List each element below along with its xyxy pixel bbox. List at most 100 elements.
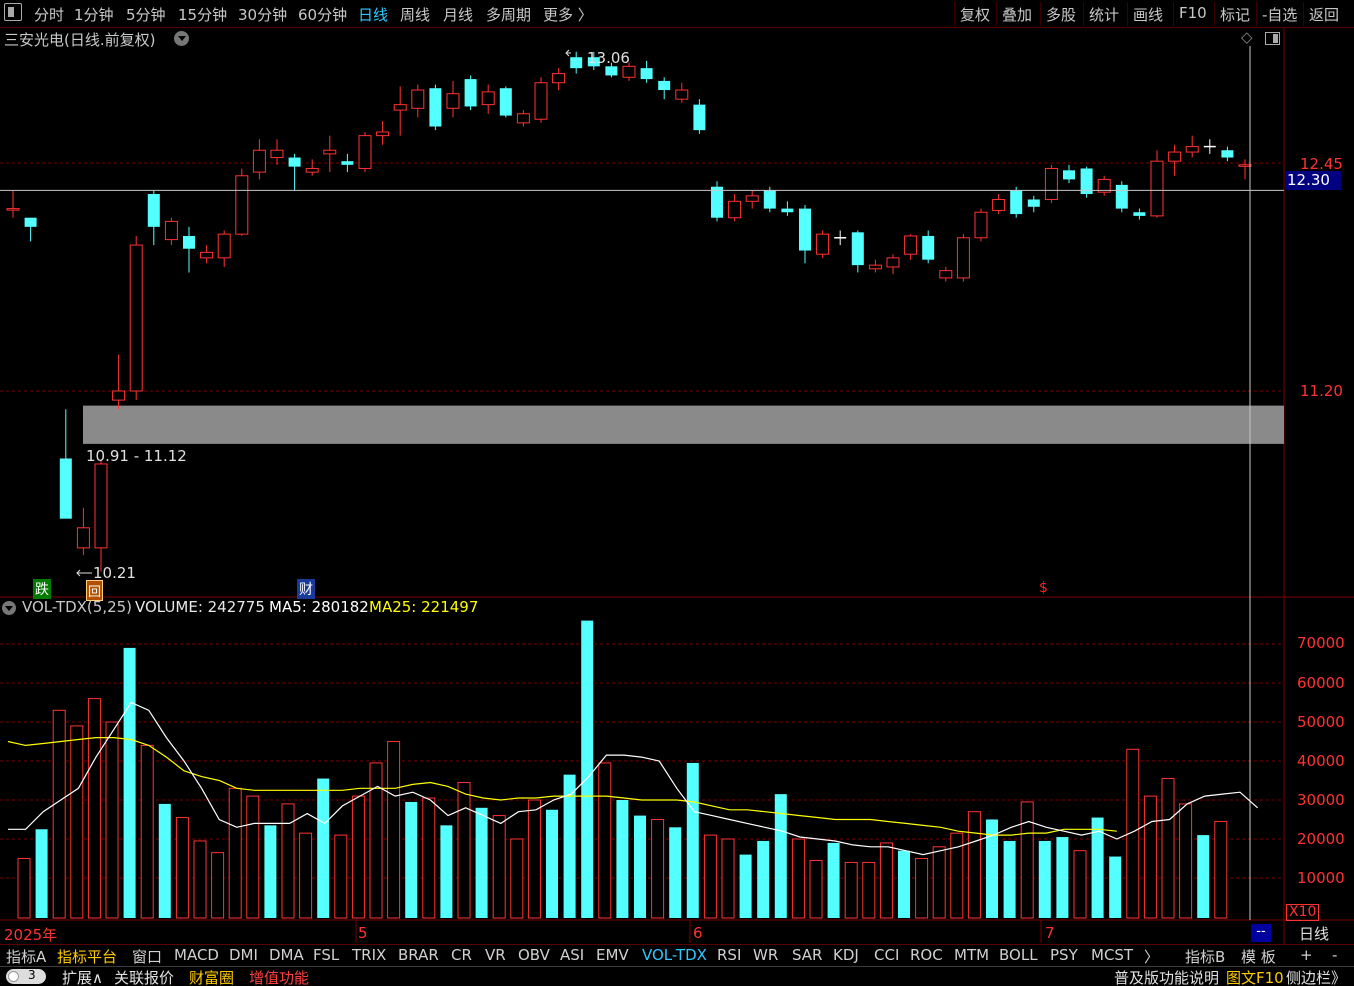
volume-axis-label: 50000	[1297, 713, 1345, 731]
status-item[interactable]: 扩展∧	[62, 967, 103, 986]
period-tab[interactable]: 多周期	[486, 4, 531, 25]
indicator-tab[interactable]: 模 板	[1241, 946, 1276, 967]
candle-body	[252, 149, 266, 173]
volume-multiplier[interactable]: X10	[1286, 904, 1320, 921]
status-item[interactable]: 增值功能	[249, 967, 309, 986]
indicator-tab[interactable]: 指标B	[1185, 946, 1225, 967]
period-tab[interactable]: 60分钟	[298, 4, 347, 25]
toolbar-action-button[interactable]: 叠加	[1002, 4, 1032, 25]
indicator-tab[interactable]: DMI	[229, 946, 258, 964]
layout-toggle-icon[interactable]	[1265, 32, 1280, 45]
indicator-tab[interactable]: MCST	[1091, 946, 1133, 964]
indicator-tab[interactable]: BOLL	[999, 946, 1038, 964]
toolbar-separator	[1214, 2, 1215, 26]
candle-body	[411, 89, 425, 109]
chevron-down-icon[interactable]	[2, 601, 16, 615]
candle-body	[6, 208, 20, 211]
indicator-tab[interactable]: -	[1332, 946, 1337, 964]
indicator-tab[interactable]: WR	[753, 946, 778, 964]
high-arrow-pointer	[565, 49, 571, 57]
volume-bar	[703, 834, 717, 919]
indicator-tab[interactable]: 窗口	[132, 946, 162, 967]
indicator-tab[interactable]: MACD	[174, 946, 219, 964]
indicator-tab[interactable]: KDJ	[833, 946, 859, 964]
indicator-tab[interactable]: FSL	[313, 946, 339, 964]
feature-description-link[interactable]: 普及版功能说明	[1114, 967, 1219, 986]
indicator-tab[interactable]: PSY	[1050, 946, 1078, 964]
volume-axis-label: 10000	[1297, 869, 1345, 887]
f10-link[interactable]: 图文F10	[1226, 967, 1284, 986]
ma25-value: MA25: 221497	[369, 598, 479, 616]
status-bar: 3 扩展∧ 关联报价 财富圈 增值功能 普及版功能说明 图文F10 侧边栏》	[0, 966, 1354, 986]
toolbar-action-button[interactable]: 统计	[1089, 4, 1119, 25]
low-arrow-pointer	[76, 569, 92, 577]
dash-button[interactable]: --	[1251, 924, 1271, 942]
volume-bar	[546, 809, 558, 918]
candle-body	[1168, 151, 1182, 162]
volume-bar	[1073, 850, 1087, 919]
volume-bar	[369, 762, 383, 919]
period-tab[interactable]: 分时	[34, 4, 64, 25]
toolbar-action-button[interactable]: 多股	[1046, 4, 1076, 25]
volume-bar	[739, 854, 752, 918]
status-item[interactable]: 关联报价	[114, 967, 174, 986]
volume-bar	[457, 781, 471, 919]
toolbar-action-button[interactable]: -自选	[1262, 4, 1297, 25]
volume-bar	[791, 838, 805, 919]
period-button[interactable]: 日线	[1299, 923, 1329, 944]
volume-bar	[405, 801, 418, 918]
period-tab[interactable]: 周线	[400, 4, 430, 25]
indicator-tab[interactable]: CR	[451, 946, 472, 964]
candle-body	[164, 220, 178, 241]
period-tab[interactable]: 30分钟	[238, 4, 287, 25]
indicator-tab[interactable]: CCI	[874, 946, 899, 964]
diamond-icon[interactable]: ◇	[1241, 28, 1253, 46]
toolbar-action-button[interactable]: 画线	[1133, 4, 1163, 25]
chevron-down-icon[interactable]	[174, 31, 189, 46]
indicator-tab[interactable]: RSI	[717, 946, 741, 964]
window-icon[interactable]	[4, 3, 22, 21]
toolbar-action-button[interactable]: 标记	[1220, 4, 1250, 25]
indicator-tab[interactable]: VOL-TDX	[642, 946, 707, 964]
candle-body	[711, 186, 723, 218]
toolbar-separator	[1256, 2, 1257, 26]
period-tab[interactable]: 日线	[358, 4, 388, 25]
indicator-tab[interactable]: ASI	[560, 946, 584, 964]
volume-bar	[932, 846, 946, 919]
indicator-tab[interactable]: TRIX	[352, 946, 386, 964]
status-item[interactable]: 财富圈	[189, 967, 234, 986]
indicator-tab[interactable]: VR	[485, 946, 506, 964]
volume-bar	[35, 829, 48, 918]
indicator-tab[interactable]: MTM	[954, 946, 989, 964]
finance-marker[interactable]: 财	[297, 579, 315, 599]
indicator-tab[interactable]: 指标A	[6, 946, 46, 967]
period-tab[interactable]: 更多 〉	[543, 4, 593, 25]
volume-bar	[757, 840, 770, 918]
indicator-tab[interactable]: ROC	[910, 946, 943, 964]
candle-body	[147, 194, 160, 227]
toolbar-action-button[interactable]: F10	[1179, 4, 1207, 22]
volume-bar	[844, 861, 858, 919]
sidebar-toggle[interactable]: 侧边栏》	[1286, 967, 1346, 986]
candle-body	[693, 104, 706, 131]
indicator-tab[interactable]: DMA	[269, 946, 304, 964]
indicator-tab[interactable]: BRAR	[398, 946, 439, 964]
candle-body	[305, 167, 319, 173]
indicator-tab[interactable]: EMV	[596, 946, 629, 964]
toggle-switch[interactable]: 3	[6, 968, 46, 984]
candlestick-chart[interactable]: 三安光电(日线.前复权) ◇ 12.45 11.20 12.30 13.06 1…	[0, 28, 1354, 958]
period-tab[interactable]: 月线	[443, 4, 473, 25]
toolbar-action-button[interactable]: 复权	[960, 4, 990, 25]
candle-body	[200, 251, 214, 259]
period-tab[interactable]: 1分钟	[74, 4, 114, 25]
period-tab[interactable]: 5分钟	[126, 4, 166, 25]
indicator-tab[interactable]: 指标平台	[57, 946, 117, 967]
toolbar-action-button[interactable]: 返回	[1309, 4, 1339, 25]
fall-marker[interactable]: 跌	[33, 579, 51, 599]
indicator-tab[interactable]: OBV	[518, 946, 550, 964]
indicator-tab[interactable]: 〉	[1144, 946, 1159, 967]
dollar-marker[interactable]: $	[1039, 580, 1048, 596]
period-tab[interactable]: 15分钟	[178, 4, 227, 25]
indicator-tab[interactable]: +	[1300, 946, 1313, 964]
indicator-tab[interactable]: SAR	[792, 946, 822, 964]
